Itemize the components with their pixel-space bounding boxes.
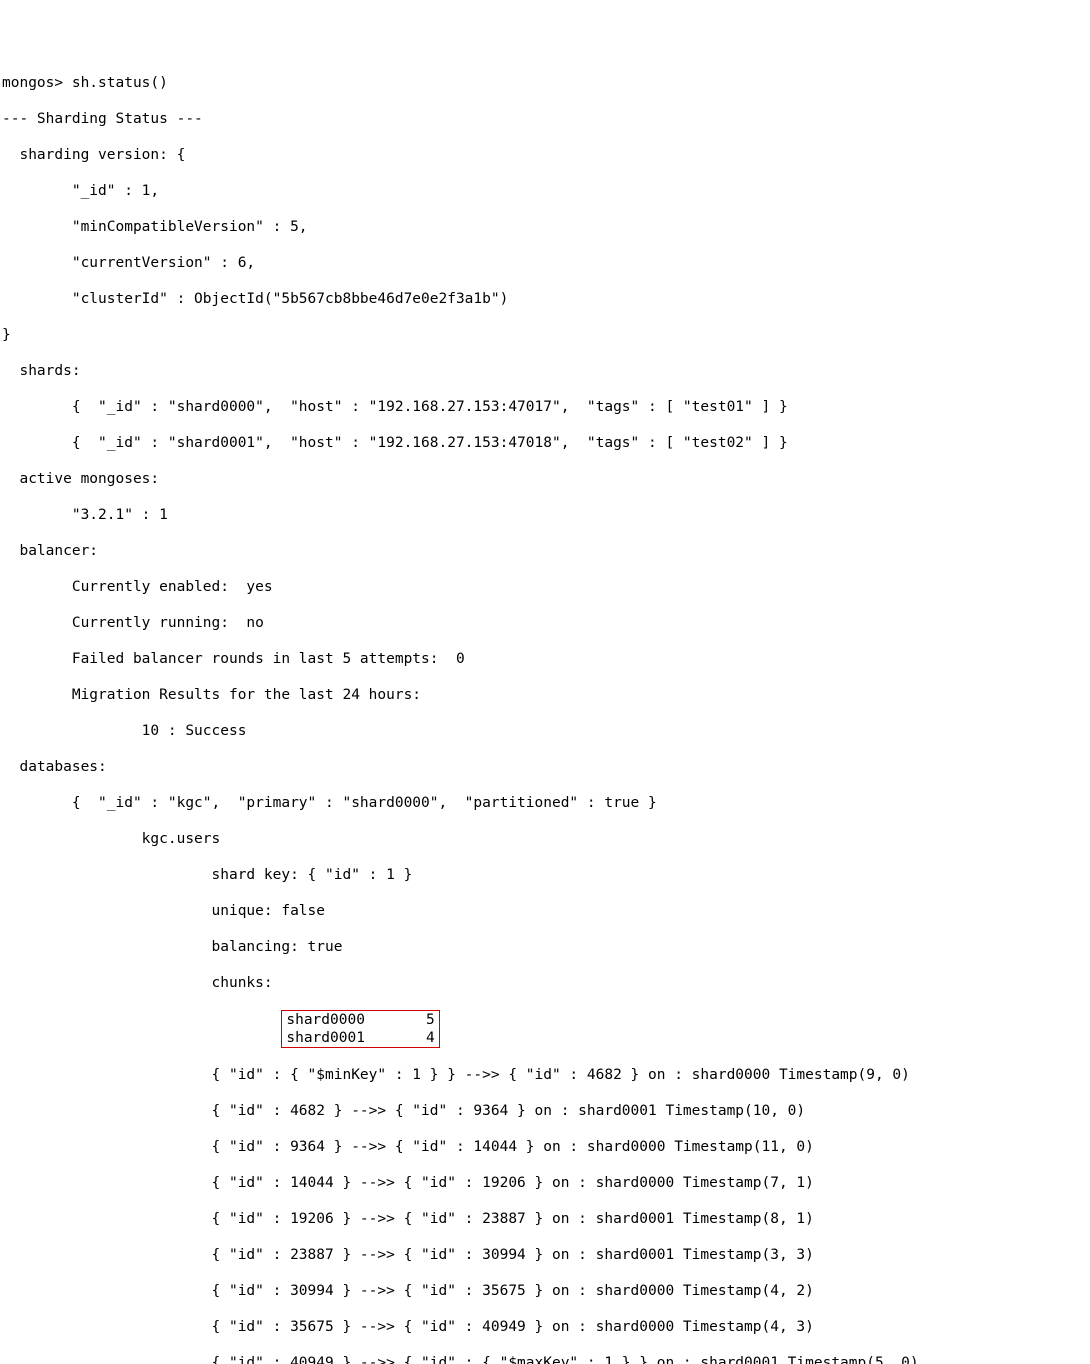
chunks-shard0001: shard0001 4 (286, 1030, 434, 1046)
chunk-range-8: { "id" : 40949 } -->> { "id" : { "$maxKe… (2, 1354, 1088, 1364)
balancer-label: balancer: (2, 542, 1088, 560)
chunks-box-row: shard0000 5 shard0001 4 (2, 1010, 1088, 1048)
prompt-line: mongos> sh.status() (2, 74, 1088, 92)
chunk-range-5: { "id" : 23887 } -->> { "id" : 30994 } o… (2, 1246, 1088, 1264)
shard-0000: { "_id" : "shard0000", "host" : "192.168… (2, 398, 1088, 416)
active-mongoses-label: active mongoses: (2, 470, 1088, 488)
sharding-version-id: "_id" : 1, (2, 182, 1088, 200)
status-heading: --- Sharding Status --- (2, 110, 1088, 128)
chunk-range-1: { "id" : 4682 } -->> { "id" : 9364 } on … (2, 1102, 1088, 1120)
chunk-range-7: { "id" : 35675 } -->> { "id" : 40949 } o… (2, 1318, 1088, 1336)
active-mongoses-version: "3.2.1" : 1 (2, 506, 1088, 524)
collection-shard-key: shard key: { "id" : 1 } (2, 866, 1088, 884)
chunk-range-0: { "id" : { "$minKey" : 1 } } -->> { "id"… (2, 1066, 1088, 1084)
sharding-version-min: "minCompatibleVersion" : 5, (2, 218, 1088, 236)
chunks-box-prefix (2, 1030, 281, 1046)
collection-chunks-label: chunks: (2, 974, 1088, 992)
balancer-running: Currently running: no (2, 614, 1088, 632)
chunk-range-2: { "id" : 9364 } -->> { "id" : 14044 } on… (2, 1138, 1088, 1156)
chunk-range-3: { "id" : 14044 } -->> { "id" : 19206 } o… (2, 1174, 1088, 1192)
databases-label: databases: (2, 758, 1088, 776)
balancer-enabled: Currently enabled: yes (2, 578, 1088, 596)
collection-kgc-users: kgc.users (2, 830, 1088, 848)
collection-unique: unique: false (2, 902, 1088, 920)
sharding-version-close: } (2, 326, 1088, 344)
balancer-failed: Failed balancer rounds in last 5 attempt… (2, 650, 1088, 668)
balancer-migration-label: Migration Results for the last 24 hours: (2, 686, 1088, 704)
chunk-range-4: { "id" : 19206 } -->> { "id" : 23887 } o… (2, 1210, 1088, 1228)
balancer-success: 10 : Success (2, 722, 1088, 740)
shards-label: shards: (2, 362, 1088, 380)
sharding-version-current: "currentVersion" : 6, (2, 254, 1088, 272)
collection-balancing: balancing: true (2, 938, 1088, 956)
database-kgc: { "_id" : "kgc", "primary" : "shard0000"… (2, 794, 1088, 812)
sharding-version-label: sharding version: { (2, 146, 1088, 164)
sharding-version-clusterid: "clusterId" : ObjectId("5b567cb8bbe46d7e… (2, 290, 1088, 308)
chunks-count-box: shard0000 5 shard0001 4 (281, 1010, 439, 1048)
shard-0001: { "_id" : "shard0001", "host" : "192.168… (2, 434, 1088, 452)
chunk-range-6: { "id" : 30994 } -->> { "id" : 35675 } o… (2, 1282, 1088, 1300)
chunks-shard0000: shard0000 5 (286, 1012, 434, 1028)
